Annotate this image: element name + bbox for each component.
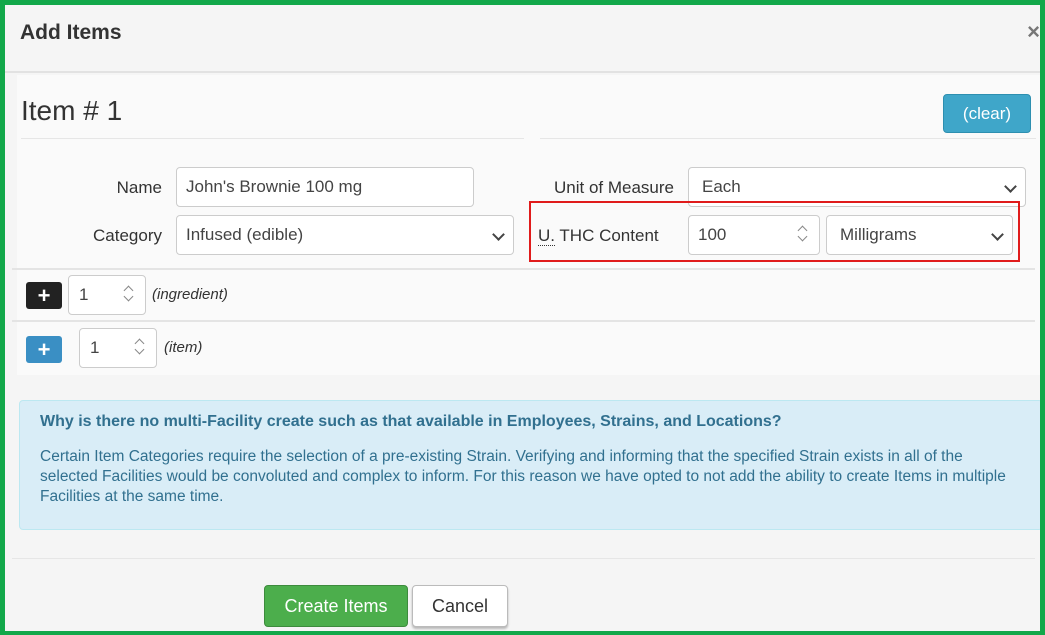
info-alert: Why is there no multi-Facility create su… (19, 400, 1043, 530)
spinner-icon[interactable] (123, 284, 135, 306)
cancel-button[interactable]: Cancel (412, 585, 508, 627)
unit-abbreviation: U. (538, 226, 555, 246)
item-hint: (item) (164, 339, 203, 356)
name-input[interactable]: John's Brownie 100 mg (176, 167, 474, 207)
divider (540, 138, 1036, 139)
chevron-down-icon (1004, 180, 1017, 193)
item-count-input[interactable]: 1 (79, 328, 157, 368)
create-items-button[interactable]: Create Items (264, 585, 408, 627)
thc-unit-value: Milligrams (840, 225, 917, 244)
modal-title: Add Items (20, 21, 122, 44)
ingredient-count-value: 1 (79, 285, 89, 304)
name-label: Name (116, 178, 162, 197)
add-ingredient-button[interactable]: + (26, 282, 62, 309)
chevron-down-icon (492, 228, 505, 241)
spinner-icon[interactable] (797, 224, 809, 246)
category-label: Category (93, 226, 162, 245)
spinner-icon[interactable] (134, 337, 146, 359)
thc-content-input[interactable]: 100 (688, 215, 820, 255)
add-item-button[interactable]: + (26, 336, 62, 363)
plus-icon: + (37, 337, 51, 362)
info-text: Certain Item Categories require the sele… (40, 448, 1006, 505)
thc-content-value: 100 (698, 225, 727, 244)
unit-of-measure-label: Unit of Measure (554, 178, 674, 197)
divider (12, 558, 1035, 559)
plus-icon: + (37, 283, 51, 308)
clear-button[interactable]: (clear) (943, 94, 1031, 133)
chevron-down-icon (991, 228, 1004, 241)
close-icon[interactable]: × (1027, 19, 1040, 45)
divider (12, 268, 1035, 270)
divider (21, 138, 524, 139)
unit-of-measure-value: Each (702, 177, 741, 196)
thc-content-text: THC Content (555, 226, 659, 245)
thc-content-label: U. THC Content (538, 226, 676, 246)
category-value: Infused (edible) (186, 225, 304, 244)
category-select[interactable]: Infused (edible) (176, 215, 514, 255)
info-title: Why is there no multi-Facility create su… (40, 413, 782, 430)
add-items-modal: Add Items × (5, 5, 1040, 631)
thc-unit-select[interactable]: Milligrams (826, 215, 1013, 255)
ingredient-count-input[interactable]: 1 (68, 275, 146, 315)
ingredient-hint: (ingredient) (152, 286, 228, 303)
item-heading: Item # 1 (21, 95, 123, 126)
modal-header: Add Items × (5, 5, 1040, 73)
divider (12, 320, 1035, 322)
item-count-value: 1 (90, 338, 100, 357)
